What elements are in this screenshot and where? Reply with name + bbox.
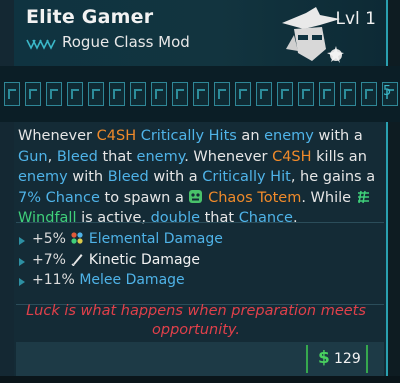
perk-strip: 5 [0,66,400,122]
keyword-bleed: Bleed [56,148,98,165]
divider [16,222,384,223]
perk-icon[interactable] [277,82,293,106]
stat-name: Melee Damage [79,272,185,288]
left-edge [0,0,14,383]
keyword-c4sh: C4SH [96,128,137,144]
perk-icon[interactable] [361,82,377,106]
keyword-chaos-totem: Chaos Totem [208,189,302,206]
stat-row: +5% Elemental Damage [16,229,382,250]
keyword-gun: Gun [18,148,48,165]
perk-icon[interactable] [130,82,146,106]
keyword-c4sh: C4SH [272,148,312,165]
bullet-icon [19,278,25,286]
keyword-enemy: enemy [18,169,68,185]
perk-icon[interactable] [256,82,272,106]
perk-icon[interactable] [172,82,188,106]
item-card: Elite Gamer Lvl 1 Rogue Class Mod 5 When… [0,0,400,383]
stat-name: Kinetic Damage [88,251,201,268]
price-value: 129 [334,351,361,367]
keyword-critically-hit: Critically Hit [202,169,291,185]
perk-strip-trailing-text: 5 [383,84,392,99]
keyword-bleed: Bleed [107,169,149,185]
chaos-totem-icon [189,189,203,203]
keyword-chance-value: 7% Chance [18,189,100,206]
perk-icon[interactable] [67,82,83,106]
perk-icon[interactable] [25,82,41,106]
perk-icon[interactable] [46,82,62,106]
stat-row: +7% Kinetic Damage [16,250,382,271]
flavor-text: Luck is what happens when preparation me… [26,303,366,338]
stat-value: +11% [32,272,75,288]
item-description: Whenever C4SH Critically Hits an enemy w… [18,128,376,226]
bullet-icon [19,257,25,266]
chevrons-icon [26,39,56,50]
currency-icon: $ [318,348,330,368]
bottom-edge [0,376,400,383]
stat-row: +11% Melee Damage [16,270,382,291]
elemental-icon [71,232,84,244]
bullet-icon [19,237,25,245]
perk-icon[interactable] [193,82,209,106]
stat-value: +7% [32,251,66,268]
perk-icon[interactable] [109,82,125,106]
perk-icon[interactable] [4,82,20,106]
keyword-enemy: enemy [264,128,314,144]
stat-name: Elemental Damage [88,231,223,247]
perk-icon[interactable] [319,82,335,106]
perk-icon[interactable] [88,82,104,106]
kinetic-icon [71,253,83,266]
stat-list: +5% Elemental Damage +7% Kinetic Damage … [16,229,382,291]
keyword-enemy: enemy [136,148,185,165]
windfall-icon [357,190,369,203]
price-bar: $ 129 [16,342,384,376]
character-portrait-icon [282,7,344,63]
perk-icon[interactable] [235,82,251,106]
class-label: Rogue Class Mod [62,33,190,51]
item-body: Whenever C4SH Critically Hits an enemy w… [14,122,388,376]
perk-icon[interactable] [151,82,167,106]
stat-value: +5% [32,231,66,247]
item-title: Elite Gamer [26,6,154,28]
keyword-double: double [150,210,201,226]
price-tag: $ 129 [306,345,368,373]
perk-icon[interactable] [214,82,230,106]
perk-icon[interactable] [298,82,314,106]
perk-icon[interactable] [340,82,356,106]
keyword-chance: Chance [238,210,293,226]
keyword-windfall: Windfall [18,210,77,226]
card-header: Elite Gamer Lvl 1 Rogue Class Mod [14,0,388,66]
keyword-critically-hits: Critically Hits [140,128,237,144]
